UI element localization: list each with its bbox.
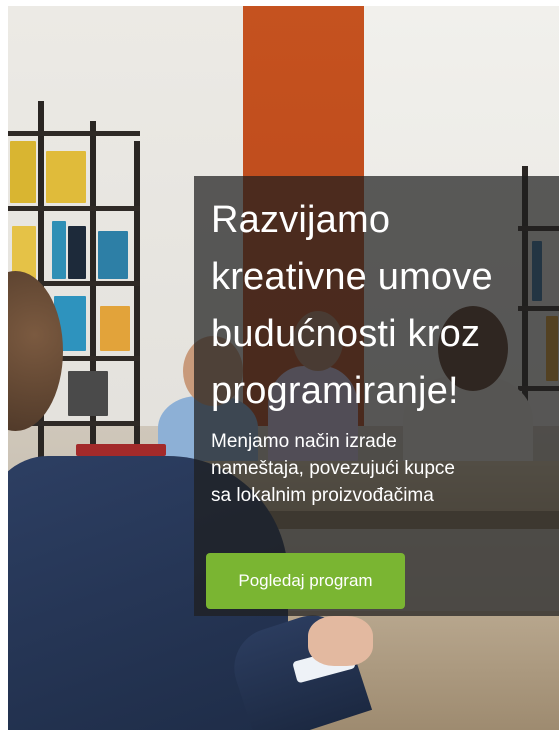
hero-subtext: Menjamo način izrade nameštaja, povezuju… <box>211 428 551 509</box>
headline-line: budućnosti kroz <box>211 313 481 355</box>
headline-line: kreativne umove <box>211 256 493 298</box>
foreground-person-hand <box>308 616 373 666</box>
view-program-button[interactable]: Pogledaj program <box>206 553 405 609</box>
hero-headline: Razvijamo kreativne umove budućnosti kro… <box>211 192 556 420</box>
subtext-line: sa lokalnim proizvođačima <box>211 485 434 506</box>
headline-line: programiranje! <box>211 370 459 412</box>
hero-text-card: Razvijamo kreativne umove budućnosti kro… <box>194 176 559 616</box>
hero-section: Razvijamo kreativne umove budućnosti kro… <box>8 6 559 730</box>
subtext-line: nameštaja, povezujući kupce <box>211 458 455 479</box>
subtext-line: Menjamo način izrade <box>211 431 397 452</box>
headline-line: Razvijamo <box>211 199 391 241</box>
